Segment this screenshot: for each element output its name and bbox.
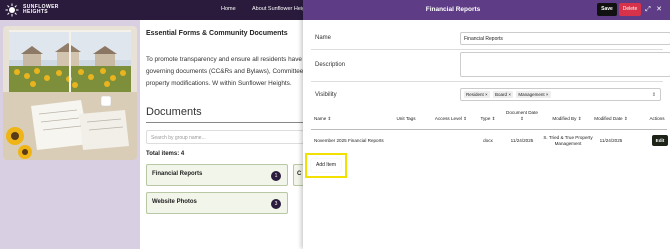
- visibility-multiselect[interactable]: Resident × Board × Management × ⇕: [460, 88, 661, 101]
- visibility-chip-management[interactable]: Management ×: [516, 91, 551, 98]
- column-header-type[interactable]: Type ⇕: [477, 116, 499, 122]
- save-button[interactable]: Save: [597, 3, 617, 16]
- site-logo[interactable]: SUNFLOWER HEIGHTS: [4, 3, 63, 17]
- main-content: Essential Forms & Community Documents To…: [140, 20, 305, 249]
- cell-document-date: 11/24/2025: [510, 138, 534, 143]
- table-row: November 2025 Financial Reports docx 11/…: [311, 131, 668, 151]
- description-field-row: Description: [311, 50, 670, 82]
- divider: [146, 122, 305, 123]
- cell-type: docx: [483, 138, 493, 143]
- delete-button[interactable]: Delete: [619, 3, 641, 16]
- close-icon[interactable]: ✕: [654, 4, 664, 15]
- description-label: Description: [315, 62, 346, 68]
- column-header-modified-date[interactable]: Modified Date ⇕: [592, 116, 630, 122]
- cell-modified-date: 11/24/2025: [599, 138, 623, 143]
- name-input[interactable]: Financial Reports: [460, 32, 670, 45]
- card-label: Financial Reports: [152, 171, 203, 177]
- edit-button[interactable]: Edit: [652, 135, 668, 146]
- section-title: Essential Forms & Community Documents: [146, 30, 288, 37]
- nav-link-home[interactable]: Home: [221, 6, 236, 12]
- nav-link-about[interactable]: About Sunflower Heigh: [252, 6, 308, 12]
- document-group-modal: Financial Reports Save Delete ⤢ ✕ Name F…: [303, 0, 670, 249]
- modal-title: Financial Reports: [425, 6, 481, 13]
- column-header-actions: Actions: [649, 116, 665, 121]
- documents-table-header: Name ⇕ Unit Tags Access Level ⇕ Type ⇕ D…: [311, 108, 667, 130]
- add-item-highlight: Add Item: [305, 153, 347, 178]
- name-field-row: Name Financial Reports: [311, 28, 670, 50]
- name-label: Name: [315, 35, 332, 41]
- group-search-input[interactable]: Search by group name...: [146, 130, 304, 144]
- document-group-card[interactable]: Financial Reports 1: [146, 164, 288, 186]
- chevron-updown-icon: ⇕: [651, 92, 656, 98]
- visibility-chip-resident[interactable]: Resident ×: [464, 91, 490, 98]
- card-label: Website Photos: [152, 199, 197, 205]
- add-item-button[interactable]: Add Item: [311, 159, 341, 172]
- cell-modified-by: S. Tried & True Property Management: [543, 135, 593, 146]
- card-count-badge: 3: [271, 199, 281, 209]
- visibility-chip-board[interactable]: Board ×: [493, 91, 513, 98]
- column-header-document-date[interactable]: Document Date ⇕: [506, 110, 538, 122]
- sunflower-logo-icon: [5, 3, 19, 17]
- intro-paragraph: To promote transparency and ensure all r…: [146, 56, 305, 87]
- card-count-badge: 1: [271, 171, 281, 181]
- total-items-count: Total items: 4: [146, 151, 185, 157]
- documents-heading: Documents: [146, 106, 202, 118]
- column-header-name[interactable]: Name ⇕: [314, 116, 331, 122]
- logo-text-line2: HEIGHTS: [23, 9, 49, 15]
- document-group-card[interactable]: Website Photos 3: [146, 192, 288, 214]
- modal-header: Financial Reports Save Delete ⤢ ✕: [303, 0, 670, 20]
- description-textarea[interactable]: [460, 52, 670, 77]
- expand-icon[interactable]: ⤢: [643, 4, 653, 15]
- column-header-unit-tags: Unit Tags: [396, 116, 416, 121]
- column-header-modified-by[interactable]: Modified By ⇕: [548, 116, 586, 122]
- column-header-access-level[interactable]: Access Level ⇕: [431, 116, 471, 122]
- cell-name: November 2025 Financial Reports: [314, 138, 384, 143]
- hero-image: [3, 26, 137, 160]
- visibility-label: Visibility: [315, 92, 337, 98]
- visibility-field-row: Visibility Resident × Board × Management…: [311, 84, 663, 106]
